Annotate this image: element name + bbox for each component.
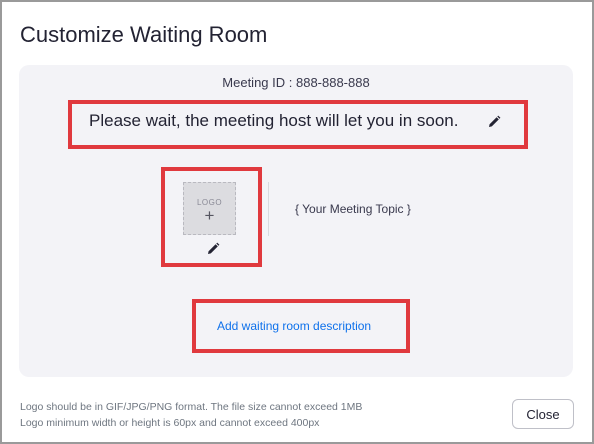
close-button[interactable]: Close bbox=[512, 399, 574, 429]
waiting-room-preview-panel: Meeting ID : 888-888-888 Please wait, th… bbox=[19, 65, 573, 377]
plus-icon: + bbox=[204, 206, 215, 225]
logo-upload-placeholder[interactable]: LOGO + bbox=[183, 182, 236, 235]
vertical-divider bbox=[268, 182, 269, 236]
meeting-id-label: Meeting ID : 888-888-888 bbox=[222, 75, 370, 90]
add-description-link[interactable]: Add waiting room description bbox=[217, 319, 371, 333]
edit-message-pencil-icon[interactable] bbox=[487, 115, 501, 129]
customize-waiting-room-dialog: Customize Waiting Room Meeting ID : 888-… bbox=[0, 0, 594, 444]
meeting-topic-placeholder: { Your Meeting Topic } bbox=[295, 202, 411, 216]
edit-logo-pencil-icon[interactable] bbox=[206, 242, 220, 256]
logo-format-note: Logo should be in GIF/JPG/PNG format. Th… bbox=[20, 401, 363, 413]
dialog-title: Customize Waiting Room bbox=[20, 22, 268, 47]
logo-size-note: Logo minimum width or height is 60px and… bbox=[20, 417, 320, 429]
waiting-message: Please wait, the meeting host will let y… bbox=[89, 111, 459, 130]
